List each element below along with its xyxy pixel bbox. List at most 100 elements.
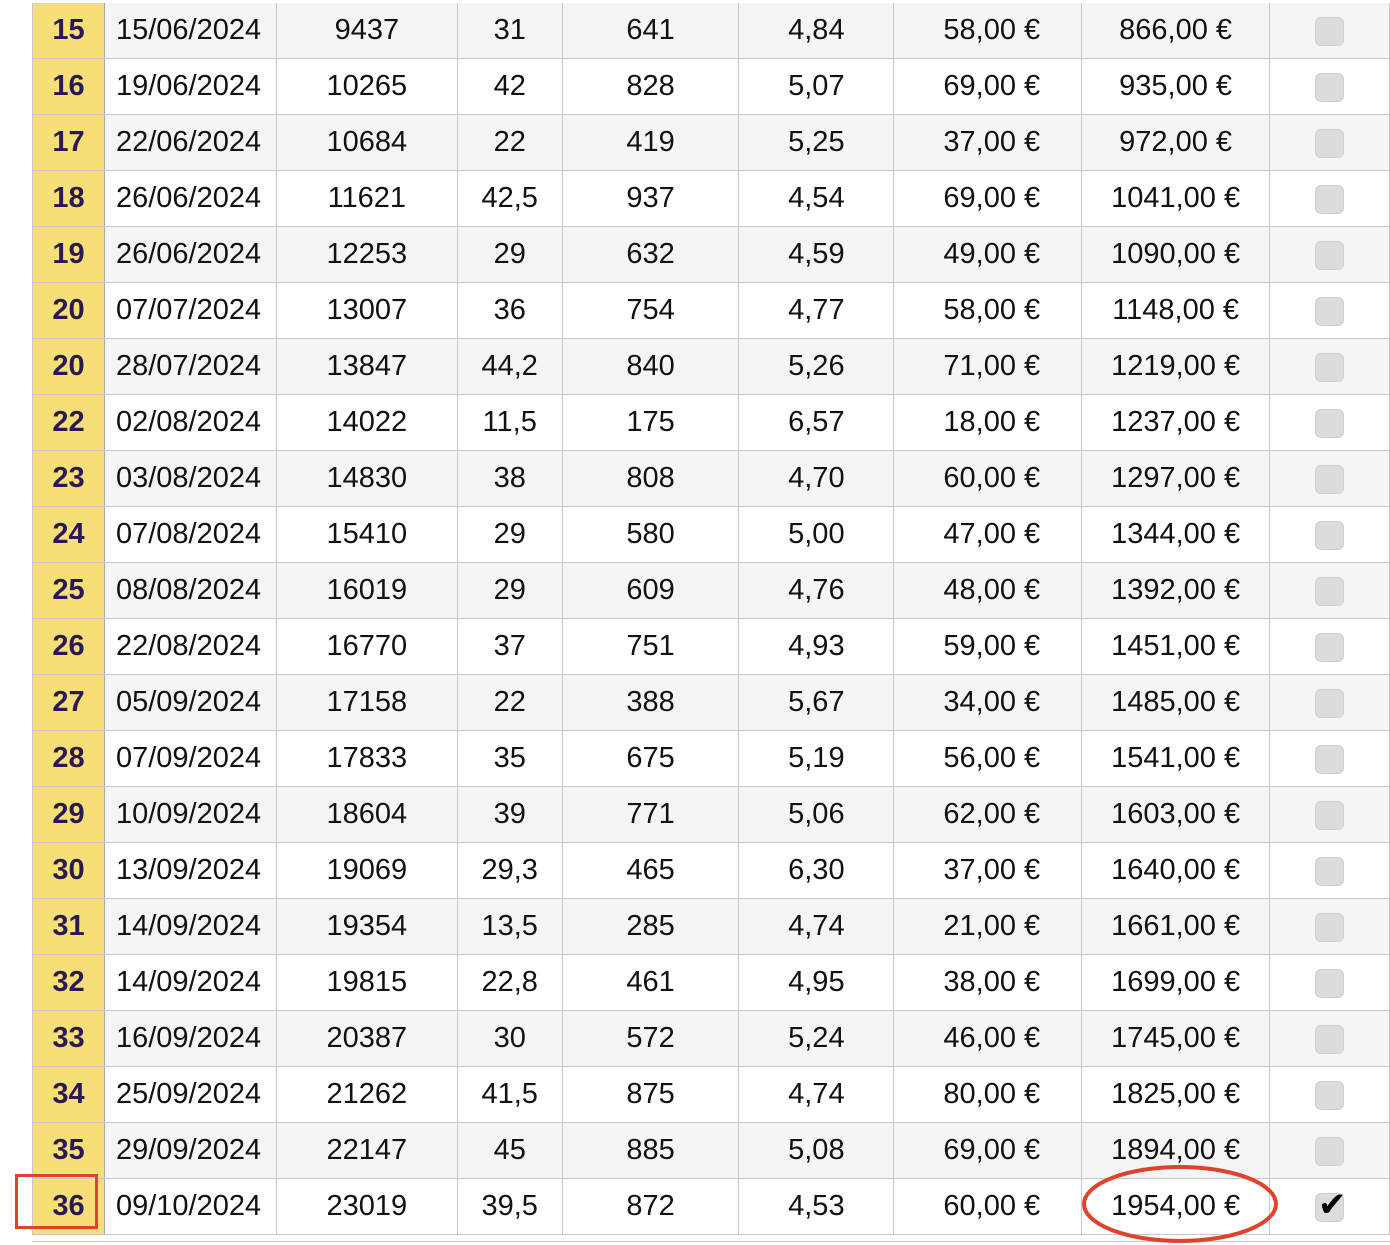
cumulative-total-cell[interactable]: 1297,00 € [1081, 450, 1271, 507]
consumption-cell[interactable]: 6,30 [738, 842, 895, 899]
row-number[interactable]: 30 [32, 842, 105, 899]
distance-cell[interactable]: 751 [561, 618, 740, 675]
odometer-cell[interactable]: 15410 [275, 506, 458, 563]
date-cell[interactable]: 07/08/2024 [103, 506, 277, 563]
odometer-cell[interactable]: 17158 [275, 674, 458, 731]
row-number[interactable]: 15 [32, 3, 105, 59]
odometer-cell[interactable]: 16019 [275, 562, 458, 619]
cost-cell[interactable]: 56,00 € [893, 730, 1083, 787]
distance-cell[interactable]: 632 [561, 226, 740, 283]
odometer-cell[interactable]: 19354 [275, 898, 458, 955]
cost-cell[interactable]: 47,00 € [893, 506, 1083, 563]
date-cell[interactable]: 14/09/2024 [103, 954, 277, 1011]
distance-cell[interactable]: 419 [561, 114, 740, 171]
row-checkbox[interactable] [1315, 408, 1345, 438]
odometer-cell[interactable]: 21262 [275, 1066, 458, 1123]
row-number[interactable]: 23 [32, 450, 105, 507]
consumption-cell[interactable]: 5,07 [738, 58, 895, 115]
cumulative-total-cell[interactable]: 935,00 € [1081, 58, 1271, 115]
row-number[interactable]: 29 [32, 786, 105, 843]
cumulative-total-cell[interactable]: 866,00 € [1081, 3, 1271, 59]
consumption-cell[interactable]: 4,77 [738, 282, 895, 339]
row-number[interactable]: 18 [32, 170, 105, 227]
date-cell[interactable]: 26/06/2024 [103, 170, 277, 227]
date-cell[interactable]: 26/06/2024 [103, 226, 277, 283]
row-checkbox[interactable] [1315, 1080, 1345, 1110]
odometer-cell[interactable]: 12253 [275, 226, 458, 283]
cost-cell[interactable]: 38,00 € [893, 954, 1083, 1011]
distance-cell[interactable]: 840 [561, 338, 740, 395]
row-checkbox[interactable] [1315, 128, 1345, 158]
cost-cell[interactable]: 80,00 € [893, 1066, 1083, 1123]
liters-cell[interactable]: 37 [456, 618, 563, 675]
cost-cell[interactable]: 49,00 € [893, 226, 1083, 283]
cost-cell[interactable]: 58,00 € [893, 282, 1083, 339]
liters-cell[interactable]: 11,5 [456, 394, 563, 451]
consumption-cell[interactable]: 4,95 [738, 954, 895, 1011]
consumption-cell[interactable]: 4,74 [738, 898, 895, 955]
distance-cell[interactable]: 580 [561, 506, 740, 563]
row-number[interactable]: 36 [32, 1178, 105, 1235]
cumulative-total-cell[interactable]: 1451,00 € [1081, 618, 1271, 675]
odometer-cell[interactable]: 11621 [275, 170, 458, 227]
consumption-cell[interactable]: 5,06 [738, 786, 895, 843]
date-cell[interactable]: 25/09/2024 [103, 1066, 277, 1123]
cost-cell[interactable]: 69,00 € [893, 170, 1083, 227]
cost-cell[interactable]: 58,00 € [893, 3, 1083, 59]
consumption-cell[interactable]: 4,53 [738, 1178, 895, 1235]
odometer-cell[interactable]: 23019 [275, 1178, 458, 1235]
cost-cell[interactable]: 18,00 € [893, 394, 1083, 451]
liters-cell[interactable]: 38 [456, 450, 563, 507]
cumulative-total-cell[interactable]: 1344,00 € [1081, 506, 1271, 563]
distance-cell[interactable]: 285 [561, 898, 740, 955]
cost-cell[interactable]: 59,00 € [893, 618, 1083, 675]
date-cell[interactable]: 02/08/2024 [103, 394, 277, 451]
date-cell[interactable]: 16/09/2024 [103, 1010, 277, 1067]
date-cell[interactable]: 22/08/2024 [103, 618, 277, 675]
distance-cell[interactable]: 675 [561, 730, 740, 787]
liters-cell[interactable]: 36 [456, 282, 563, 339]
distance-cell[interactable]: 885 [561, 1122, 740, 1179]
liters-cell[interactable]: 31 [456, 3, 563, 59]
row-checkbox[interactable] [1315, 744, 1345, 774]
cumulative-total-cell[interactable]: 1825,00 € [1081, 1066, 1271, 1123]
row-checkbox[interactable] [1315, 912, 1345, 942]
row-number[interactable]: 34 [32, 1066, 105, 1123]
liters-cell[interactable]: 29 [456, 226, 563, 283]
odometer-cell[interactable]: 22147 [275, 1122, 458, 1179]
cumulative-total-cell[interactable]: 1485,00 € [1081, 674, 1271, 731]
date-cell[interactable]: 09/10/2024 [103, 1178, 277, 1235]
consumption-cell[interactable]: 5,26 [738, 338, 895, 395]
date-cell[interactable]: 05/09/2024 [103, 674, 277, 731]
liters-cell[interactable]: 42 [456, 58, 563, 115]
cumulative-total-cell[interactable]: 1148,00 € [1081, 282, 1271, 339]
date-cell[interactable]: 15/06/2024 [103, 3, 277, 59]
odometer-cell[interactable]: 13847 [275, 338, 458, 395]
liters-cell[interactable]: 22 [456, 674, 563, 731]
date-cell[interactable]: 22/06/2024 [103, 114, 277, 171]
date-cell[interactable]: 07/09/2024 [103, 730, 277, 787]
cost-cell[interactable]: 37,00 € [893, 842, 1083, 899]
liters-cell[interactable]: 22 [456, 114, 563, 171]
row-checkbox[interactable] [1315, 632, 1345, 662]
cumulative-total-cell[interactable]: 1745,00 € [1081, 1010, 1271, 1067]
consumption-cell[interactable]: 5,19 [738, 730, 895, 787]
date-cell[interactable]: 08/08/2024 [103, 562, 277, 619]
distance-cell[interactable]: 641 [561, 3, 740, 59]
liters-cell[interactable]: 22,8 [456, 954, 563, 1011]
odometer-cell[interactable]: 14022 [275, 394, 458, 451]
row-checkbox[interactable] [1315, 72, 1345, 102]
row-checkbox[interactable] [1315, 240, 1345, 270]
cost-cell[interactable]: 71,00 € [893, 338, 1083, 395]
odometer-cell[interactable]: 9437 [275, 3, 458, 59]
consumption-cell[interactable]: 4,74 [738, 1066, 895, 1123]
date-cell[interactable]: 10/09/2024 [103, 786, 277, 843]
consumption-cell[interactable]: 5,67 [738, 674, 895, 731]
distance-cell[interactable]: 875 [561, 1066, 740, 1123]
cumulative-total-cell[interactable]: 1894,00 € [1081, 1122, 1271, 1179]
cumulative-total-cell[interactable]: 1041,00 € [1081, 170, 1271, 227]
liters-cell[interactable]: 35 [456, 730, 563, 787]
row-number[interactable]: 16 [32, 58, 105, 115]
row-number[interactable]: 32 [32, 954, 105, 1011]
liters-cell[interactable]: 42,5 [456, 170, 563, 227]
